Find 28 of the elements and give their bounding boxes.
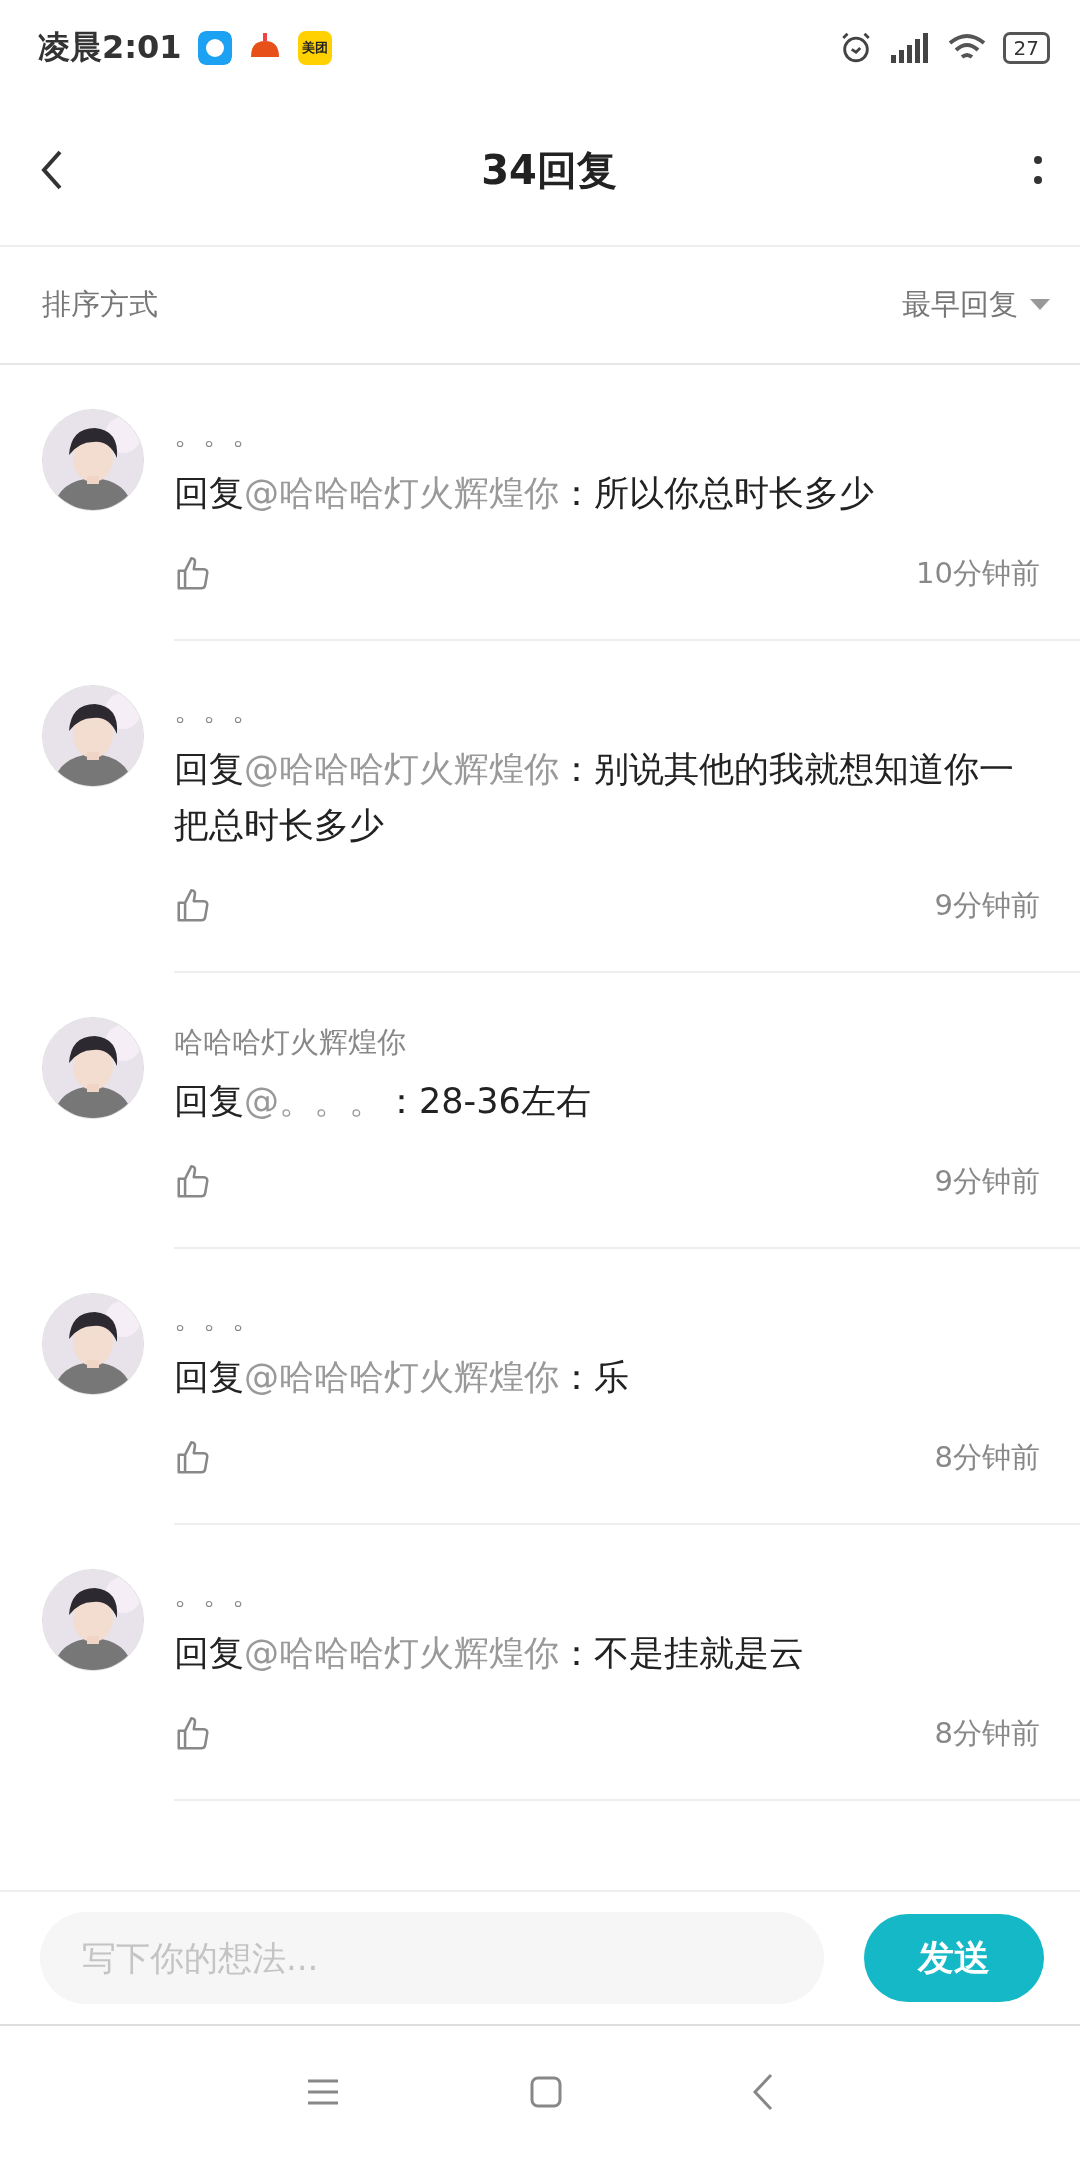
username[interactable]: 。。。 — [174, 1575, 261, 1615]
app-icon — [197, 30, 232, 65]
status-time: 凌晨2:01 — [38, 26, 182, 68]
reply-time: 8分钟前 — [934, 1715, 1040, 1752]
username[interactable]: 哈哈哈灯火辉煌你 — [174, 1023, 406, 1063]
send-button[interactable]: 发送 — [864, 1914, 1044, 2002]
reply-time: 9分钟前 — [934, 1163, 1040, 1200]
reply-text: 回复@哈哈哈灯火辉煌你：别说其他的我就想知道你一把总时长多少 — [174, 748, 1015, 847]
app-icon: 美团 — [297, 30, 332, 65]
caret-icon — [1030, 299, 1050, 311]
username[interactable]: 。。。 — [174, 1299, 261, 1339]
reply-time: 10分钟前 — [916, 555, 1040, 592]
sort-dropdown[interactable]: 最早回复 — [902, 285, 1050, 325]
reply-text: 回复@哈哈哈灯火辉煌你：乐 — [174, 1356, 630, 1399]
signal-icon — [888, 32, 931, 63]
reply-text: 回复@哈哈哈灯火辉煌你：所以你总时长多少 — [174, 472, 875, 515]
username[interactable]: 。。。 — [174, 415, 261, 455]
reply-time: 8分钟前 — [934, 1439, 1040, 1476]
reply-time: 9分钟前 — [934, 887, 1040, 924]
username[interactable]: 。。。 — [174, 691, 261, 731]
page-title: 34回复 — [481, 145, 617, 195]
menu-icon[interactable] — [306, 2078, 340, 2106]
sort-label: 排序方式 — [42, 286, 158, 323]
reply-text: 回复@哈哈哈灯火辉煌你：不是挂就是云 — [174, 1632, 805, 1675]
reply-text: 回复@。。。：28-36左右 — [174, 1080, 592, 1123]
home-icon[interactable] — [530, 2076, 562, 2108]
back-nav-icon[interactable] — [752, 2073, 774, 2111]
battery-level: 27 — [1002, 31, 1050, 64]
